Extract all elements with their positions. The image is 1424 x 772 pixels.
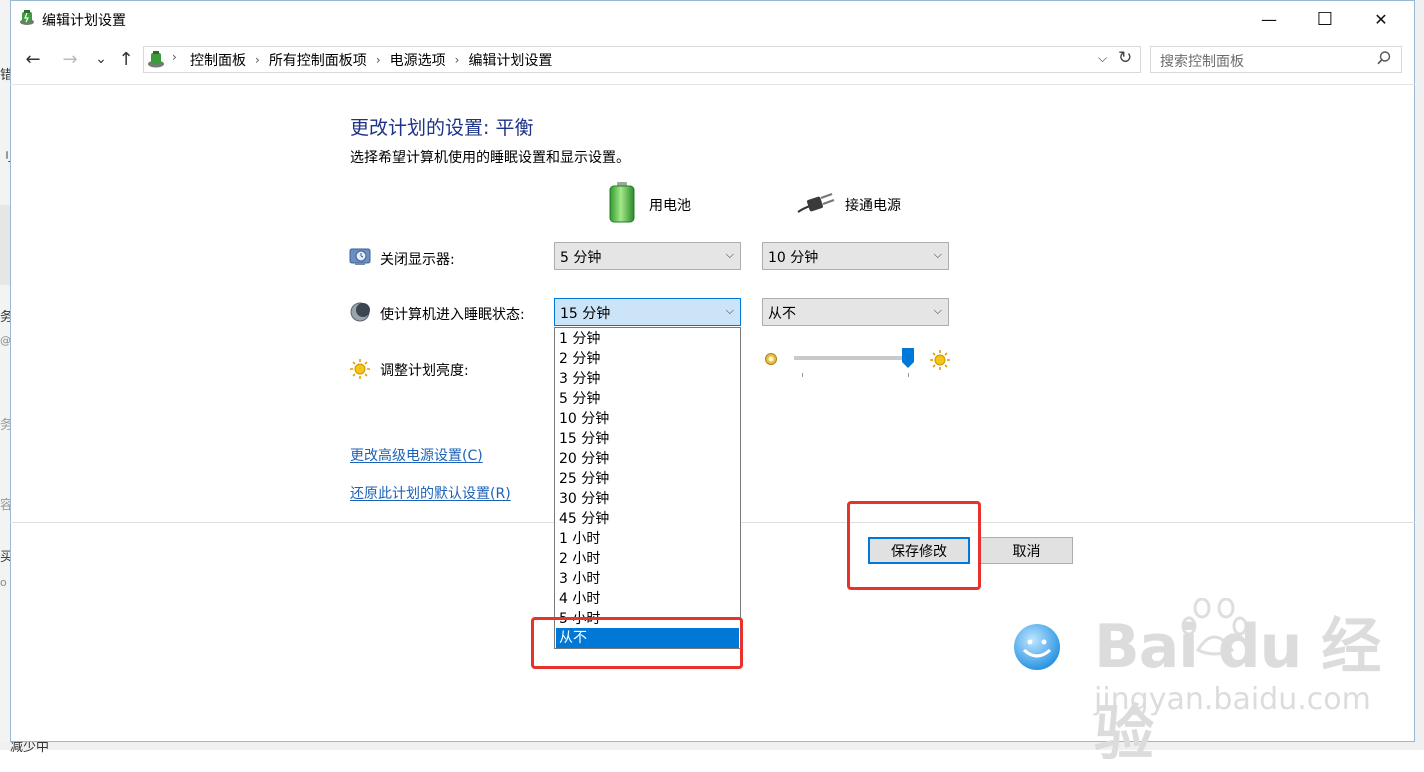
maximize-icon: ☐ — [1316, 8, 1334, 30]
maximize-button[interactable]: ☐ — [1302, 0, 1348, 38]
forward-arrow-icon: → — [62, 48, 78, 70]
slider-tick — [908, 373, 909, 377]
baidu-bear-logo — [1012, 622, 1062, 672]
display-off-label: 关闭显示器: — [380, 252, 455, 268]
chevron-down-icon: ⌵ — [1098, 51, 1108, 65]
back-button[interactable]: ← — [21, 46, 45, 72]
baidu-watermark-url: jingyan.baidu.com — [1094, 682, 1371, 717]
dropdown-option[interactable]: 25 分钟 — [556, 469, 739, 489]
background-window-highlight — [0, 205, 10, 285]
plug-icon — [796, 190, 836, 216]
dropdown-option[interactable]: 3 分钟 — [556, 369, 739, 389]
sleep-label: 使计算机进入睡眠状态: — [380, 307, 525, 323]
breadcrumb-separator: › — [255, 53, 260, 67]
navbar-divider — [10, 84, 1415, 85]
brightness-label: 调整计划亮度: — [380, 363, 469, 379]
annotation-highlight-never — [531, 617, 743, 669]
close-icon: ✕ — [1374, 9, 1388, 29]
dropdown-option[interactable]: 1 小时 — [556, 529, 739, 549]
close-button[interactable]: ✕ — [1358, 0, 1404, 38]
forward-button[interactable]: → — [58, 46, 82, 72]
breadcrumb-item[interactable]: 控制面板 — [190, 50, 246, 70]
chevron-down-icon: ⌵ — [725, 304, 734, 317]
background-text: 错 — [0, 68, 10, 83]
sleep-plugged-select[interactable]: 从不 ⌵ — [762, 298, 949, 326]
minimize-button[interactable]: — — [1246, 0, 1292, 38]
refresh-button[interactable]: ↻ — [1118, 48, 1132, 68]
sleep-battery-value: 15 分钟 — [560, 306, 611, 322]
back-arrow-icon: ← — [25, 48, 41, 70]
recent-locations-button[interactable]: ⌄ — [89, 46, 113, 72]
brightness-slider-thumb[interactable] — [902, 348, 914, 368]
up-arrow-icon: ↑ — [118, 48, 134, 70]
sleep-plugged-value: 从不 — [768, 306, 796, 322]
display-off-plugged-select[interactable]: 10 分钟 ⌵ — [762, 242, 949, 270]
background-text: o — [0, 576, 7, 589]
column-header-battery: 用电池 — [649, 198, 691, 214]
background-text: 刂 — [0, 150, 10, 165]
breadcrumb-item[interactable]: 电源选项 — [390, 50, 446, 70]
breadcrumb-separator: › — [172, 50, 177, 64]
page-subtitle: 选择希望计算机使用的睡眠设置和显示设置。 — [350, 150, 630, 166]
chevron-down-icon: ⌵ — [933, 304, 942, 317]
refresh-icon: ↻ — [1118, 48, 1133, 68]
breadcrumb-item[interactable]: 所有控制面板项 — [269, 50, 367, 70]
minimize-icon: — — [1261, 9, 1277, 29]
breadcrumb-item[interactable]: 编辑计划设置 — [468, 50, 552, 70]
sleep-battery-dropdown-list[interactable]: 1 分钟 2 分钟 3 分钟 5 分钟 10 分钟 15 分钟 20 分钟 25… — [554, 327, 741, 649]
background-text: 容 — [0, 498, 10, 513]
restore-defaults-link[interactable]: 还原此计划的默认设置(R) — [350, 483, 511, 503]
annotation-highlight-save — [847, 501, 981, 590]
chevron-down-icon: ⌵ — [933, 248, 942, 261]
background-text: 务 — [0, 310, 10, 325]
column-header-plugged-in: 接通电源 — [845, 198, 901, 214]
address-dropdown-button[interactable]: ⌵ — [1098, 51, 1107, 66]
breadcrumb: 控制面板 › 所有控制面板项 › 电源选项 › 编辑计划设置 — [190, 50, 552, 70]
dropdown-option[interactable]: 30 分钟 — [556, 489, 739, 509]
search-icon[interactable] — [1376, 50, 1392, 66]
slider-tick — [802, 373, 803, 377]
cancel-button[interactable]: 取消 — [980, 537, 1073, 564]
battery-icon — [608, 181, 636, 223]
window-title: 编辑计划设置 — [42, 13, 126, 29]
sleep-battery-select[interactable]: 15 分钟 ⌵ — [554, 298, 741, 326]
power-plan-icon — [18, 9, 36, 27]
chevron-down-icon: ⌄ — [95, 51, 107, 67]
breadcrumb-separator: › — [375, 53, 381, 67]
dropdown-option[interactable]: 15 分钟 — [556, 429, 739, 449]
page-title: 更改计划的设置: 平衡 — [350, 117, 534, 139]
dropdown-option[interactable]: 2 小时 — [556, 549, 739, 569]
display-off-battery-value: 5 分钟 — [560, 250, 602, 266]
background-text: 务 — [0, 418, 10, 433]
dropdown-option[interactable]: 4 小时 — [556, 589, 739, 609]
brightness-high-icon — [929, 349, 951, 371]
display-off-plugged-value: 10 分钟 — [768, 250, 819, 266]
advanced-settings-link[interactable]: 更改高级电源设置(C) — [350, 445, 483, 465]
up-button[interactable]: ↑ — [114, 46, 138, 72]
dropdown-option[interactable]: 3 小时 — [556, 569, 739, 589]
background-text: @ — [0, 334, 10, 347]
search-placeholder: 搜索控制面板 — [1160, 54, 1244, 70]
chevron-down-icon: ⌵ — [725, 248, 734, 261]
background-window: 错 刂 务 @ 务 容 买 o — [0, 0, 10, 750]
dropdown-option[interactable]: 1 分钟 — [556, 329, 739, 349]
display-off-battery-select[interactable]: 5 分钟 ⌵ — [554, 242, 741, 270]
dropdown-option[interactable]: 5 分钟 — [556, 389, 739, 409]
background-text: 买 — [0, 550, 10, 565]
brightness-low-icon — [764, 352, 778, 366]
brightness-slider-track[interactable] — [794, 356, 914, 360]
dropdown-option[interactable]: 2 分钟 — [556, 349, 739, 369]
dropdown-option[interactable]: 20 分钟 — [556, 449, 739, 469]
display-icon — [349, 247, 371, 267]
dropdown-option[interactable]: 10 分钟 — [556, 409, 739, 429]
breadcrumb-separator: › — [454, 53, 460, 67]
control-panel-icon — [146, 49, 166, 69]
sleep-moon-icon — [350, 302, 370, 322]
brightness-icon — [349, 358, 371, 380]
dropdown-option[interactable]: 45 分钟 — [556, 509, 739, 529]
